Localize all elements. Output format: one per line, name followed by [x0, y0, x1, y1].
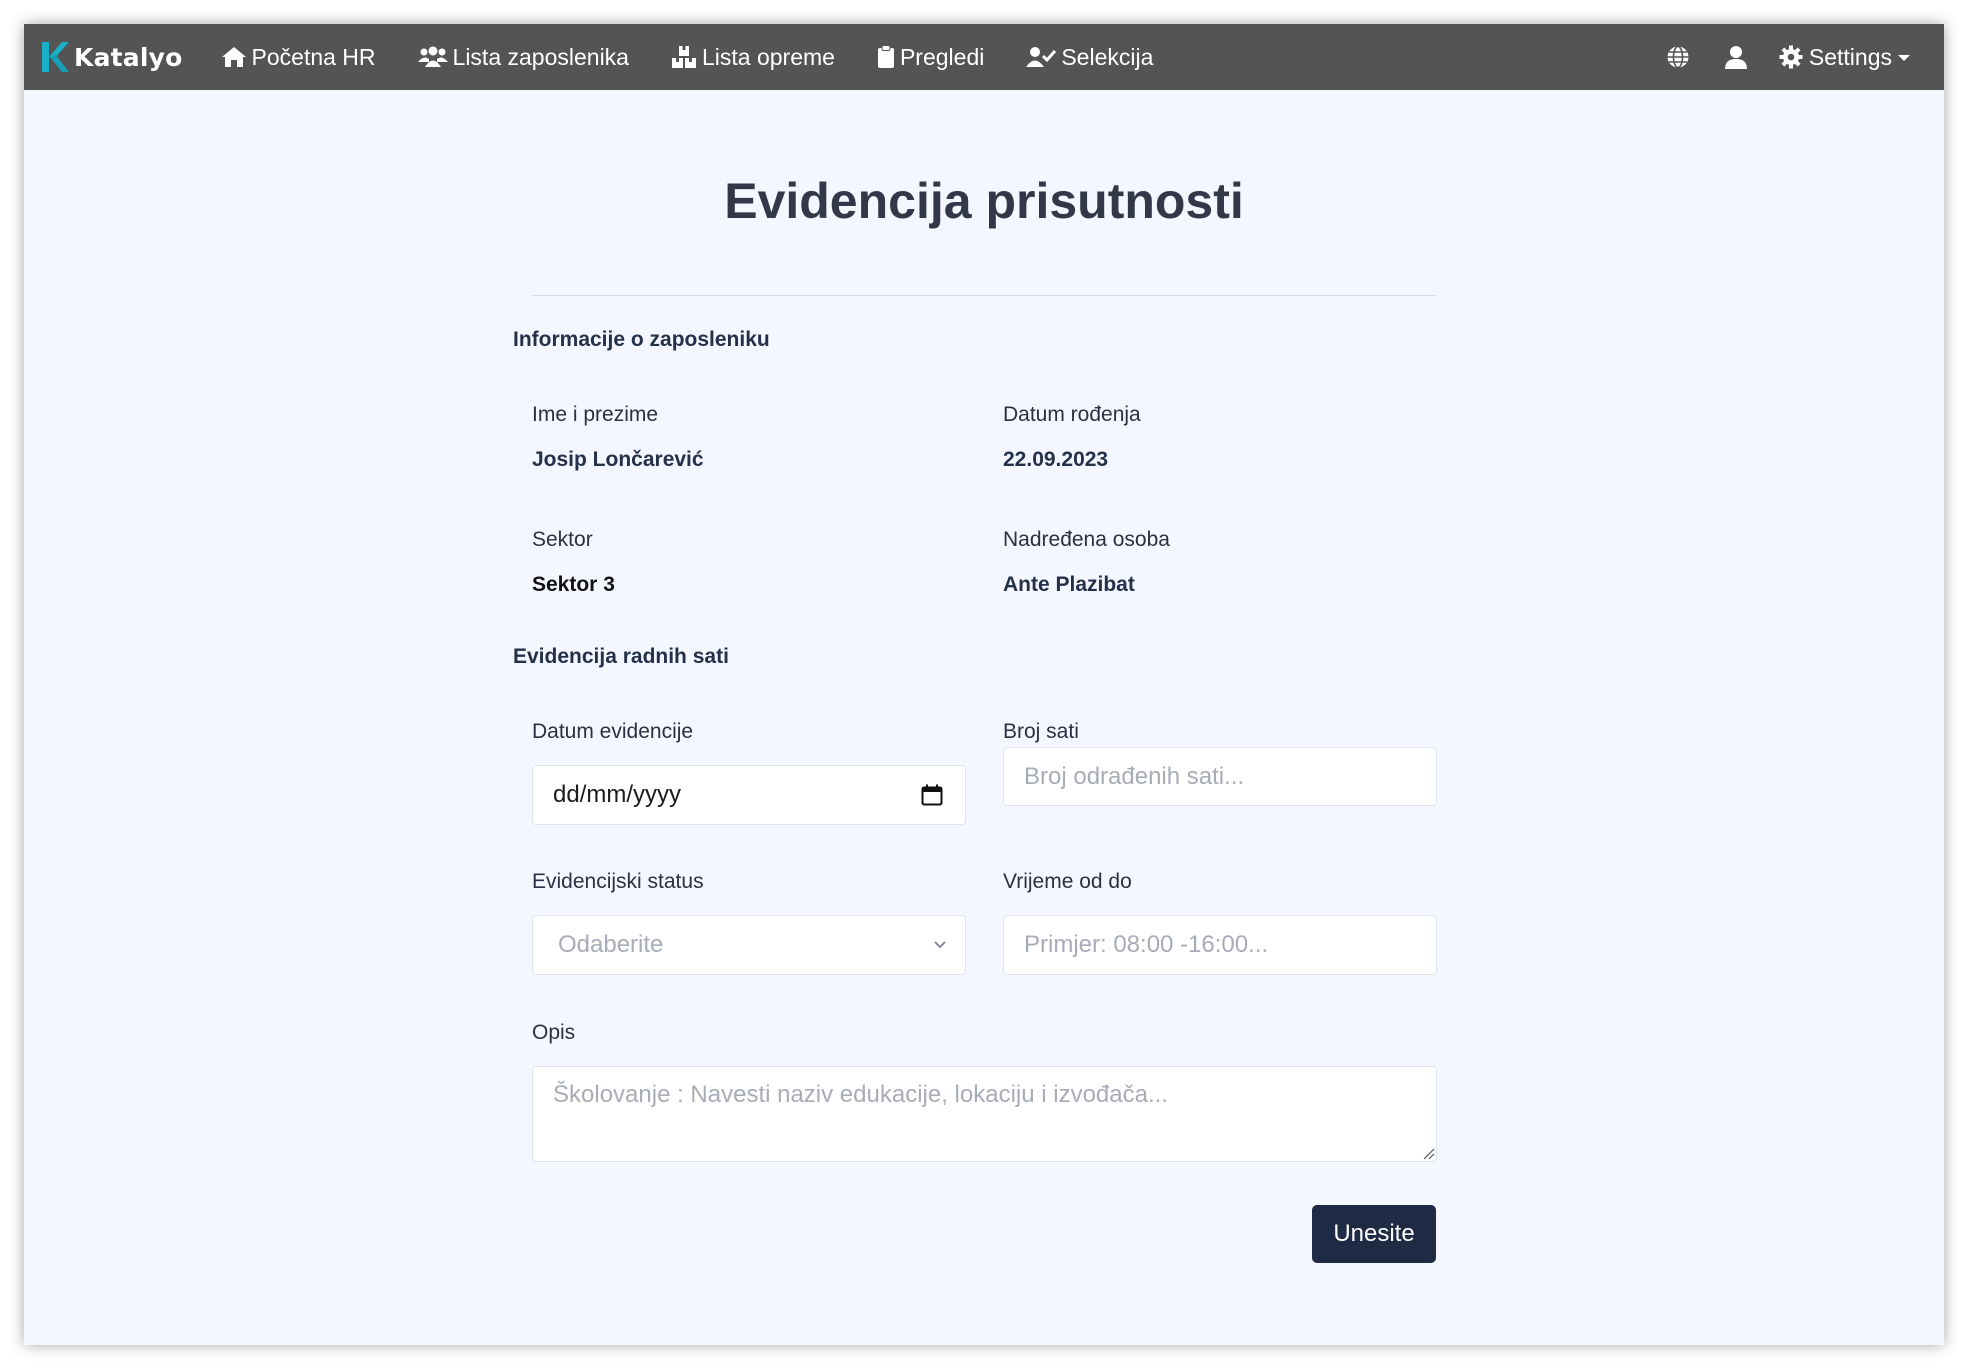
user-check-icon	[1026, 47, 1057, 67]
supervisor-value: Ante Plazibat	[1003, 573, 1135, 596]
globe-icon	[1667, 45, 1689, 69]
nav-item-label: Lista zaposlenika	[452, 43, 629, 70]
chevron-down-icon	[1898, 55, 1910, 61]
status-label: Evidencijski status	[532, 870, 704, 893]
hours-label: Broj sati	[1003, 720, 1079, 743]
employee-info-heading: Informacije o zaposleniku	[513, 328, 770, 351]
time-label: Vrijeme od do	[1003, 870, 1132, 893]
katalyo-logo-icon	[42, 42, 69, 72]
nav-item-label: Lista opreme	[701, 43, 835, 70]
gear-icon	[1779, 45, 1803, 69]
name-value: Josip Lončarević	[532, 448, 704, 471]
sector-label: Sektor	[532, 528, 593, 551]
description-textarea[interactable]	[532, 1066, 1437, 1162]
users-icon	[417, 46, 448, 67]
date-input[interactable]: dd/mm/yyyy	[532, 765, 966, 825]
home-icon	[221, 47, 246, 67]
settings-label: Settings	[1808, 43, 1892, 70]
date-placeholder: dd/mm/yyyy	[553, 781, 682, 808]
calendar-icon[interactable]	[921, 784, 943, 806]
resize-handle-icon[interactable]	[1423, 1148, 1435, 1160]
hours-input[interactable]	[1003, 747, 1437, 806]
name-label: Ime i prezime	[532, 403, 659, 426]
navbar-right: Settings	[1663, 42, 1910, 72]
dob-value: 22.09.2023	[1003, 448, 1109, 471]
dob-label: Datum rođenja	[1003, 403, 1141, 426]
user-icon	[1724, 46, 1747, 69]
supervisor-label: Nadređena osoba	[1003, 528, 1170, 551]
nav-item-pregledi[interactable]: Pregledi	[877, 44, 984, 71]
nav-item-lista-opreme[interactable]: Lista opreme	[671, 44, 835, 71]
boxes-icon	[671, 46, 696, 68]
top-navbar: Katalyo Početna HR Lista zaposlenika Lis…	[24, 24, 1944, 90]
chevron-down-icon	[934, 941, 946, 949]
brand-logo[interactable]: Katalyo	[40, 40, 183, 74]
page-title: Evidencija prisutnosti	[724, 173, 1244, 229]
description-label: Opis	[532, 1021, 576, 1044]
nav-item-pocetna-hr[interactable]: Početna HR	[221, 44, 376, 71]
profile-button[interactable]	[1721, 42, 1751, 72]
time-range-input[interactable]	[1003, 915, 1437, 975]
submit-button[interactable]: Unesite	[1312, 1205, 1436, 1263]
sector-value: Sektor 3	[532, 573, 615, 596]
date-label: Datum evidencije	[532, 720, 694, 743]
nav-item-lista-zaposlenika[interactable]: Lista zaposlenika	[417, 43, 629, 71]
brand-name: Katalyo	[74, 42, 183, 72]
clipboard-icon	[877, 45, 894, 68]
status-selected-value: Odaberite	[558, 931, 664, 958]
hours-section-heading: Evidencija radnih sati	[513, 645, 729, 668]
nav-item-label: Pregledi	[899, 43, 985, 70]
nav-item-label: Početna HR	[251, 43, 376, 70]
nav-item-label: Selekcija	[1061, 43, 1154, 70]
title-divider	[532, 295, 1436, 296]
nav-item-selekcija[interactable]: Selekcija	[1026, 44, 1153, 71]
app-window: Katalyo Početna HR Lista zaposlenika Lis…	[24, 24, 1944, 1345]
status-select[interactable]: Odaberite	[532, 915, 966, 975]
language-button[interactable]	[1663, 42, 1693, 72]
settings-dropdown[interactable]: Settings	[1779, 44, 1910, 71]
